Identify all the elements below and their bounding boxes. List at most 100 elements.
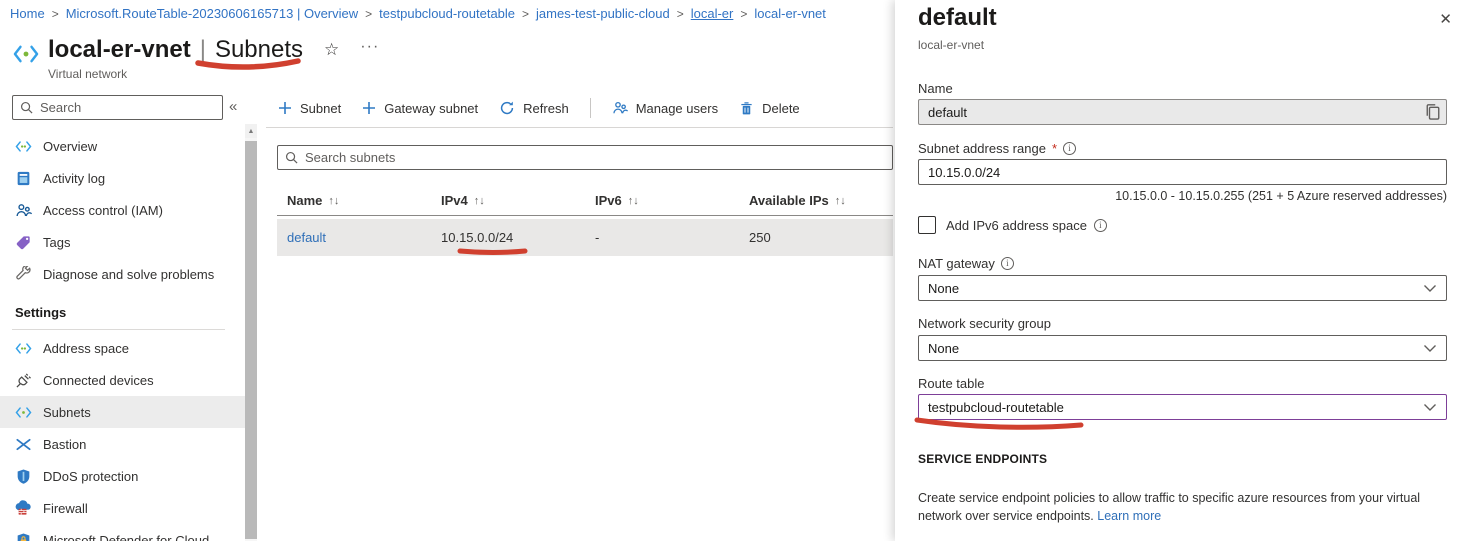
title-separator: | [200,36,206,64]
sidebar-item-overview[interactable]: Overview [0,130,245,162]
add-gateway-subnet-button[interactable]: Gateway subnet [362,101,478,116]
search-subnets-input[interactable]: Search subnets [277,145,893,170]
subnet-name-link[interactable]: default [277,230,431,245]
sidebar-collapse-icon[interactable]: « [229,98,237,115]
sidebar-item-label: Diagnose and solve problems [43,267,214,282]
trash-icon [739,101,754,116]
add-subnet-label: Subnet [300,101,341,116]
shield-icon [15,468,32,485]
panel-subtitle: local-er-vnet [918,38,984,52]
learn-more-link[interactable]: Learn more [1097,509,1161,523]
refresh-button[interactable]: Refresh [499,100,569,116]
sidebar-item-bastion[interactable]: Bastion [0,428,245,460]
sidebar-item-subnets[interactable]: Subnets [0,396,245,428]
breadcrumb-separator: > [52,7,59,21]
people-icon [15,202,32,219]
address-range-helper-text: 10.15.0.0 - 10.15.0.255 (251 + 5 Azure r… [918,189,1447,203]
close-icon[interactable]: ✕ [1439,10,1452,28]
column-header-ipv4[interactable]: IPv4 ↑↓ [431,193,585,208]
breadcrumb-separator: > [740,7,747,21]
add-ipv6-checkbox-row[interactable]: Add IPv6 address space i [918,216,1107,234]
column-label: Available IPs [749,193,829,208]
add-ipv6-checkbox[interactable] [918,216,936,234]
sidebar-item-label: Tags [43,235,70,250]
service-endpoints-text: Create service endpoint policies to allo… [918,491,1420,523]
sidebar-search-input[interactable]: Search [12,95,223,120]
plus-icon [278,101,292,115]
delete-button[interactable]: Delete [739,101,800,116]
command-bar: Subnet Gateway subnet Refresh Manage use… [278,96,800,120]
sidebar-item-connected-devices[interactable]: Connected devices [0,364,245,396]
column-header-available-ips[interactable]: Available IPs ↑↓ [739,193,893,208]
tag-icon [15,234,32,251]
more-options-icon[interactable]: ··· [360,38,379,56]
sidebar-settings-header: Settings [0,297,245,327]
chevron-down-icon [1423,284,1437,293]
subnets-table: Name ↑↓ IPv4 ↑↓ IPv6 ↑↓ Available IPs ↑↓… [277,186,893,256]
toolbar-divider [266,127,893,128]
wrench-icon [15,266,32,283]
sidebar-item-tags[interactable]: Tags [0,226,245,258]
service-endpoints-header: SERVICE ENDPOINTS [918,452,1047,466]
sidebar-item-activity-log[interactable]: Activity log [0,162,245,194]
breadcrumb-routetable-overview[interactable]: Microsoft.RouteTable-20230606165713 | Ov… [66,6,358,21]
manage-users-button[interactable]: Manage users [612,100,718,116]
field-label-text: Subnet address range [918,141,1046,156]
column-header-ipv6[interactable]: IPv6 ↑↓ [585,193,739,208]
sidebar-item-label: DDoS protection [43,469,138,484]
sidebar-search-placeholder: Search [40,100,81,115]
refresh-label: Refresh [523,101,569,116]
scrollbar-up-arrow-icon[interactable]: ▲ [245,124,257,138]
breadcrumb-home[interactable]: Home [10,6,45,21]
manage-users-icon [612,100,628,116]
sidebar-item-access-control[interactable]: Access control (IAM) [0,194,245,226]
table-row-default-subnet[interactable]: default 10.15.0.0/24 - 250 [277,219,893,256]
code-brackets-icon [15,340,32,357]
breadcrumb-local-er-vnet[interactable]: local-er-vnet [754,6,826,21]
breadcrumb-testpubcloud-routetable[interactable]: testpubcloud-routetable [379,6,515,21]
column-header-name[interactable]: Name ↑↓ [277,193,431,208]
route-table-value: testpubcloud-routetable [928,400,1064,415]
azure-portal-subnets-screen: Home > Microsoft.RouteTable-202306061657… [0,0,1465,541]
add-subnet-button[interactable]: Subnet [278,101,341,116]
toolbar-separator [590,98,591,118]
nat-gateway-value: None [928,281,959,296]
network-security-group-select[interactable]: None [918,335,1447,361]
subnet-address-range-input[interactable] [918,159,1447,185]
scrollbar-thumb[interactable] [245,141,257,539]
name-field[interactable] [918,99,1447,125]
plus-icon [362,101,376,115]
breadcrumb-james-test-public-cloud[interactable]: james-test-public-cloud [536,6,670,21]
chevron-down-icon [1423,344,1437,353]
field-label-text: NAT gateway [918,256,995,271]
sidebar-item-address-space[interactable]: Address space [0,332,245,364]
sidebar-scrollbar[interactable]: ▲ [245,124,257,541]
column-label: IPv6 [595,193,622,208]
network-security-group-label: Network security group [918,316,1051,331]
subnet-address-range-label: Subnet address range * i [918,141,1076,156]
route-table-select[interactable]: testpubcloud-routetable [918,394,1447,420]
favorite-star-icon[interactable]: ☆ [324,40,339,60]
sidebar-item-defender[interactable]: Microsoft Defender for Cloud [0,524,245,541]
manage-users-label: Manage users [636,101,718,116]
info-icon[interactable]: i [1094,219,1107,232]
sidebar-item-ddos[interactable]: DDoS protection [0,460,245,492]
nsg-value: None [928,341,959,356]
sidebar-item-diagnose[interactable]: Diagnose and solve problems [0,258,245,290]
resource-type-label: Virtual network [48,67,303,81]
sidebar-item-firewall[interactable]: Firewall [0,492,245,524]
nat-gateway-select[interactable]: None [918,275,1447,301]
info-icon[interactable]: i [1001,257,1014,270]
copy-icon[interactable] [1423,102,1443,122]
subnet-ipv6-cell: - [585,230,739,245]
info-icon[interactable]: i [1063,142,1076,155]
section-title: Subnets [215,36,303,64]
panel-title: default [918,4,997,32]
sidebar-item-label: Overview [43,139,97,154]
sidebar-item-label: Microsoft Defender for Cloud [43,533,209,541]
breadcrumb-local-er[interactable]: local-er [691,6,734,21]
bastion-icon [15,436,32,453]
add-ipv6-label: Add IPv6 address space i [946,218,1107,233]
delete-label: Delete [762,101,800,116]
sidebar-item-label: Bastion [43,437,86,452]
